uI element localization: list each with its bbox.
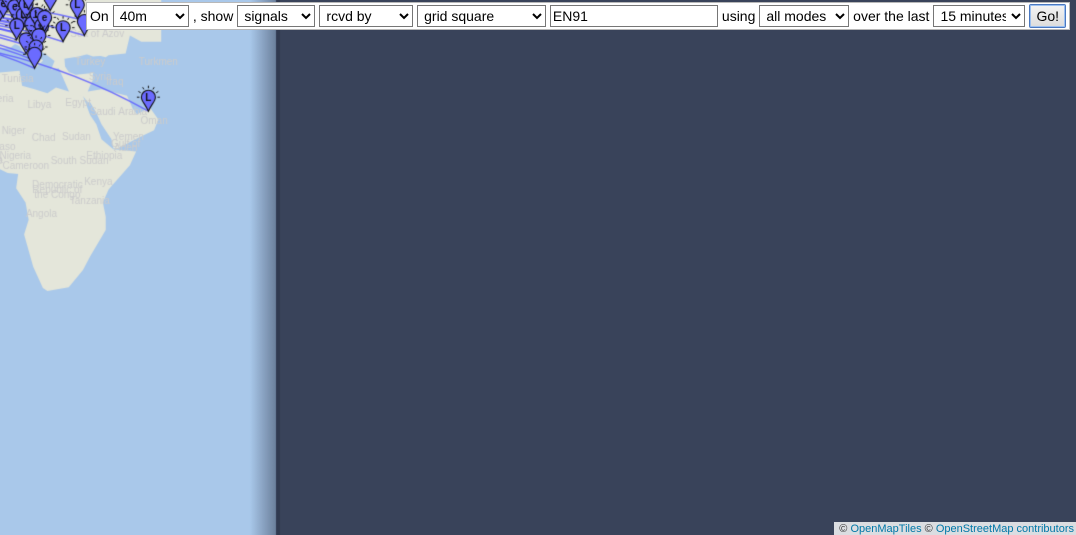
openmaptiles-link[interactable]: OpenMapTiles <box>850 523 921 535</box>
using-label: using <box>721 8 756 24</box>
band-select[interactable]: 40m <box>112 5 189 27</box>
location-type-select[interactable]: grid square <box>417 5 546 27</box>
on-label: On <box>90 8 109 24</box>
show-select[interactable]: signals <box>237 5 316 27</box>
over-the-last-label: over the last <box>853 8 930 24</box>
copyright-symbol: © <box>921 523 936 535</box>
propagation-map[interactable] <box>0 0 1076 535</box>
copyright-symbol: © <box>839 523 851 535</box>
go-button[interactable]: Go! <box>1029 4 1067 28</box>
query-toolbar: On 40m , show signals rcvd by grid squar… <box>86 2 1070 30</box>
location-input[interactable] <box>549 5 718 27</box>
map-attribution: © OpenMapTiles © OpenStreetMap contribut… <box>834 522 1076 535</box>
mode-select[interactable]: all modes <box>759 5 850 27</box>
openstreetmap-link[interactable]: OpenStreetMap contributors <box>936 523 1074 535</box>
direction-select[interactable]: rcvd by <box>319 5 414 27</box>
show-label: , show <box>192 8 234 24</box>
time-range-select[interactable]: 15 minutes <box>933 5 1026 27</box>
